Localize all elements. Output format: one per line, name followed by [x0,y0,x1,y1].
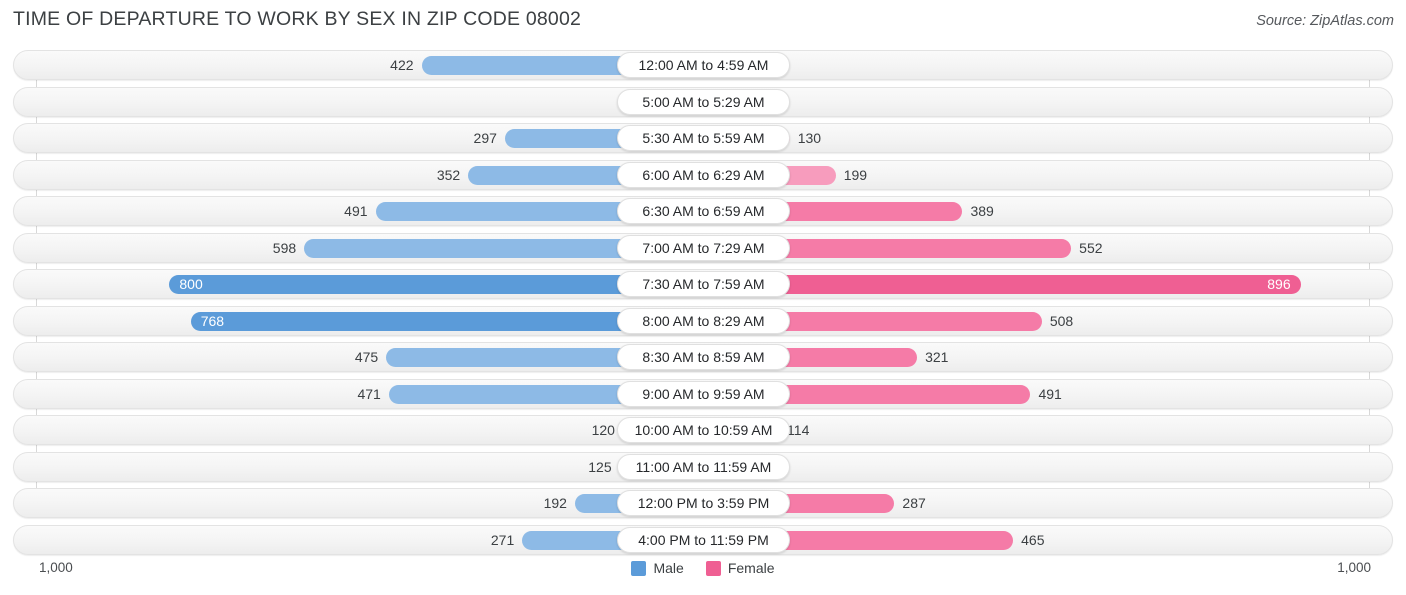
chart-row[interactable]: 768 508 8:00 AM to 8:29 AM [0,305,1406,336]
category-label-pill: 6:00 AM to 6:29 AM [617,161,790,188]
category-label-pill: 12:00 AM to 4:59 AM [617,52,790,78]
chart-row[interactable]: 192 287 12:00 PM to 3:59 PM [0,488,1406,518]
category-label-pill: 8:00 AM to 8:29 AM [617,307,790,334]
category-label: 6:30 AM to 6:59 AM [642,203,765,219]
chart-row[interactable]: 352 199 6:00 AM to 6:29 AM [0,159,1406,190]
category-label: 7:30 AM to 7:59 AM [642,276,765,292]
female-bar[interactable] [703,275,1301,294]
category-label-pill: 5:00 AM to 5:29 AM [617,88,790,115]
category-label: 7:00 AM to 7:29 AM [642,239,765,256]
chart-row[interactable]: 471 491 9:00 AM to 9:59 AM [0,378,1406,409]
male-value-label: 297 [473,130,497,146]
category-label-pill: 12:00 PM to 3:59 PM [617,490,790,516]
male-color-swatch [631,560,647,576]
female-value-label: 491 [1038,385,1062,402]
category-label-pill: 9:00 AM to 9:59 AM [617,380,790,407]
legend-label-female: Female [727,560,775,576]
female-value-label: 508 [1049,312,1074,329]
male-value-label: 800 [179,276,203,292]
category-label: 5:30 AM to 5:59 AM [642,130,765,146]
female-value-label: 130 [797,130,822,146]
chart-row[interactable]: 297 130 5:30 AM to 5:59 AM [0,123,1406,153]
chart-page: TIME OF DEPARTURE TO WORK BY SEX IN ZIP … [0,0,1406,595]
category-label: 8:30 AM to 8:59 AM [642,349,765,365]
legend-item-male[interactable]: Male [631,560,684,576]
chart-footer: 1,000 1,000 Male Female [0,555,1406,595]
category-label-pill: 4:00 PM to 11:59 PM [617,526,790,553]
category-label-pill: 10:00 AM to 10:59 AM [617,417,790,443]
chart-row[interactable]: 598 552 7:00 AM to 7:29 AM [0,232,1406,263]
category-label: 6:00 AM to 6:29 AM [642,166,765,183]
chart-row[interactable]: 491 389 6:30 AM to 6:59 AM [0,196,1406,226]
chart-row[interactable]: 4226812:00 AM to 4:59 AM [0,50,1406,80]
category-label: 4:00 PM to 11:59 PM [638,531,769,548]
male-value-label: 352 [436,166,461,183]
chart-row[interactable]: 84135:00 AM to 5:29 AM [0,86,1406,117]
female-value-label: 199 [843,166,868,183]
female-value-label: 465 [1021,531,1045,548]
chart-row[interactable]: 475 321 8:30 AM to 8:59 AM [0,342,1406,372]
female-value-label: 114 [787,422,810,438]
chart-plot-area: 4226812:00 AM to 4:59 AM 84135:00 AM to 5… [0,50,1406,555]
category-label-pill: 6:30 AM to 6:59 AM [617,198,790,224]
female-value-label: 896 [1267,276,1291,292]
male-value-label: 471 [357,385,381,402]
page-title: TIME OF DEPARTURE TO WORK BY SEX IN ZIP … [13,8,582,30]
category-label-pill: 7:30 AM to 7:59 AM [617,271,790,297]
chart-legend: Male Female [0,560,1406,576]
category-label-pill: 8:30 AM to 8:59 AM [617,344,790,370]
male-value-label: 422 [390,57,414,73]
category-label: 12:00 PM to 3:59 PM [637,495,770,511]
legend-item-female[interactable]: Female [705,560,775,576]
category-label-pill: 11:00 AM to 11:59 AM [617,453,790,480]
category-label: 5:00 AM to 5:29 AM [642,93,765,110]
female-value-label: 389 [970,203,994,219]
source-attribution: Source: ZipAtlas.com [1256,13,1394,29]
category-label: 9:00 AM to 9:59 AM [642,385,765,402]
category-label-pill: 5:30 AM to 5:59 AM [617,125,790,151]
male-value-label: 768 [200,312,225,329]
chart-rows: 4226812:00 AM to 4:59 AM 84135:00 AM to 5… [0,50,1406,561]
female-value-label: 321 [925,349,949,365]
female-color-swatch [705,560,721,576]
female-value-label: 552 [1079,239,1103,256]
chart-row[interactable]: 271 465 4:00 PM to 11:59 PM [0,524,1406,555]
category-label: 10:00 AM to 10:59 AM [634,422,773,438]
female-value-label: 287 [902,495,926,511]
male-value-label: 491 [344,203,368,219]
male-value-label: 598 [272,239,297,256]
chart-row[interactable]: 120 114 10:00 AM to 10:59 AM [0,415,1406,445]
category-label: 11:00 AM to 11:59 AM [635,458,772,475]
category-label: 12:00 AM to 4:59 AM [638,57,769,73]
category-label: 8:00 AM to 8:29 AM [642,312,765,329]
male-value-label: 192 [543,495,567,511]
male-value-label: 475 [354,349,379,365]
chart-row[interactable]: 800 896 7:30 AM to 7:59 AM [0,269,1406,299]
legend-label-male: Male [653,560,684,576]
chart-row[interactable]: 1256511:00 AM to 11:59 AM [0,451,1406,482]
category-label-pill: 7:00 AM to 7:29 AM [617,234,790,261]
male-value-label: 125 [588,458,612,475]
male-value-label: 271 [490,531,515,548]
male-value-label: 120 [591,422,615,438]
